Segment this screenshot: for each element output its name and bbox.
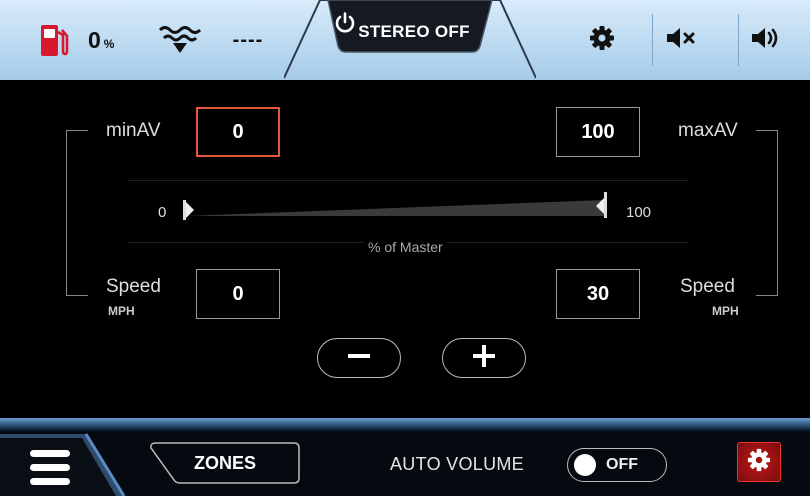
menu-button[interactable]: [0, 418, 130, 496]
volume-range-slider[interactable]: [180, 190, 610, 226]
toolbar-divider: [652, 14, 653, 66]
fuel-level-value: 0: [88, 26, 101, 53]
speed-max-label: Speed: [674, 276, 741, 298]
settings-button[interactable]: [580, 0, 624, 80]
slider-min-label: 0: [158, 204, 167, 221]
range-wedge: [186, 200, 604, 216]
left-bracket: [66, 130, 88, 296]
gear-icon: [589, 25, 615, 56]
toolbar-divider: [738, 14, 739, 66]
stereo-power-button[interactable]: STEREO OFF: [334, 12, 486, 52]
maxav-label: maxAV: [672, 120, 744, 142]
volume-up-icon: [750, 26, 782, 55]
auto-volume-settings-panel: minAV maxAV 0 100 0 100 % of Master Spee…: [0, 80, 810, 418]
slider-caption: % of Master: [364, 239, 447, 255]
fuel-icon: [36, 0, 72, 80]
right-bracket: [756, 130, 778, 296]
speed-min-label: Speed: [100, 276, 167, 298]
grid-line: [128, 180, 688, 181]
stereo-power-tab[interactable]: STEREO OFF: [284, 0, 536, 80]
speed-max-input[interactable]: 30: [556, 269, 640, 319]
speed-min-input[interactable]: 0: [196, 269, 280, 319]
slider-max-label: 100: [626, 204, 652, 221]
toggle-knob: [574, 454, 596, 476]
fuel-level-unit: %: [103, 37, 115, 51]
zones-button[interactable]: ZONES: [150, 442, 300, 484]
volume-up-button[interactable]: [742, 0, 790, 80]
auto-volume-toggle[interactable]: OFF: [567, 448, 667, 482]
auto-volume-label: AUTO VOLUME: [390, 454, 524, 474]
menu-icon: [30, 450, 70, 485]
mute-icon: [665, 26, 697, 55]
maxav-input[interactable]: 100: [556, 107, 640, 157]
minav-input[interactable]: 0: [196, 107, 280, 157]
plus-icon: [472, 344, 496, 373]
zones-label: ZONES: [193, 452, 256, 473]
auto-volume-settings-button[interactable]: [737, 442, 781, 482]
increment-button[interactable]: [442, 338, 526, 378]
depth-icon: [152, 0, 208, 80]
status-bar: 0 % ---- STEREO OFF: [0, 0, 810, 80]
speed-max-unit: MPH: [712, 304, 739, 318]
depth-value: ----: [232, 28, 264, 51]
minav-label: minAV: [100, 120, 167, 142]
fuel-level: 0 %: [88, 0, 128, 80]
stereo-status-label: STEREO OFF: [358, 22, 470, 41]
mute-button[interactable]: [656, 0, 706, 80]
bottom-nav-bar: ZONES AUTO VOLUME OFF: [0, 418, 810, 496]
speed-min-unit: MPH: [108, 304, 135, 318]
min-slider-handle[interactable]: [183, 200, 194, 220]
gear-icon: [747, 448, 771, 477]
decrement-button[interactable]: [317, 338, 401, 378]
toggle-state-label: OFF: [606, 456, 638, 473]
minus-icon: [347, 344, 371, 373]
